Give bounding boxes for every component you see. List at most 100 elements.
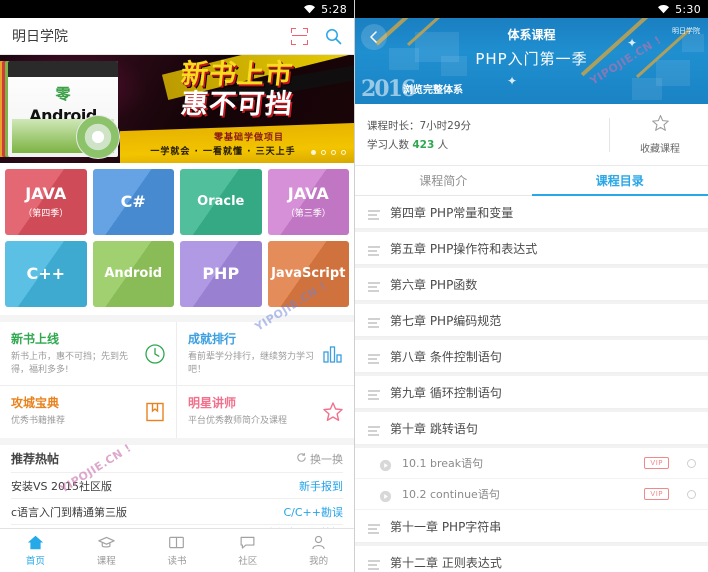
chapter-row[interactable]: 第四章 PHP常量和变量 — [355, 196, 708, 229]
vip-badge: VIP — [644, 457, 669, 469]
hot-posts-section: 推荐热帖 换一换 安装VS 2015社区版 新手报到 c语言入门到精通第三版 C/C+… — [0, 445, 354, 541]
category-tile-c-[interactable]: C# — [92, 169, 174, 235]
lesson-row[interactable]: 10.1 break语句 VIP — [355, 448, 708, 479]
post-row[interactable]: 安装VS 2015社区版 新手报到 — [11, 472, 343, 498]
category-tile-season: （第四季） — [23, 208, 69, 219]
category-tile-oracle[interactable]: Oracle — [180, 169, 262, 235]
nav-item-graduation-cap[interactable]: 课程 — [71, 529, 142, 572]
refresh-posts-button[interactable]: 换一换 — [296, 451, 343, 467]
search-icon[interactable] — [325, 28, 342, 45]
wifi-icon — [303, 4, 316, 14]
feature-card[interactable]: 明星讲师 平台优秀教师简介及课程 — [177, 386, 354, 438]
chapter-list: 第四章 PHP常量和变量第五章 PHP操作符和表达式 第六章 PHP函数 第七章 P… — [355, 196, 708, 572]
course-duration: 课程时长：7小时29分 — [367, 119, 472, 132]
students-count: 423 — [412, 138, 435, 151]
feature-title: 新书上线 — [11, 332, 60, 346]
left-status-bar: 5:28 — [0, 0, 354, 18]
category-tile-name: JAVA — [25, 184, 67, 204]
post-title: c语言入门到精通第三版 — [11, 505, 128, 519]
post-category[interactable]: 新手报到 — [299, 478, 343, 494]
nav-item-label: 我的 — [309, 556, 329, 567]
tab-intro[interactable]: 课程简介 — [355, 166, 532, 195]
course-tabs: 课程简介 课程目录 — [355, 166, 708, 196]
banner-pager-dots[interactable] — [311, 150, 346, 155]
star-outline-icon — [651, 114, 670, 137]
browse-full-series-label[interactable]: 浏览完整体系 — [403, 81, 463, 96]
lesson-select-radio[interactable] — [687, 458, 696, 468]
bottom-navigation: 首页 课程 读书 社区 我的 — [0, 528, 354, 572]
feature-grid: 新书上线 新书上市，惠不可挡；先到先得，福利多多! 成就排行 看前辈学分排行，继续努力… — [0, 322, 354, 439]
category-grid: JAVA （第四季） C# Oracle JAVA （第三季） C++ Android PHP J… — [5, 169, 349, 307]
nav-item-label: 社区 — [238, 556, 258, 567]
feature-card[interactable]: 成就排行 看前辈学分排行，继续努力学习吧！ — [177, 322, 354, 387]
banner-subline1: 零基础学做项目 — [213, 133, 284, 143]
banner-subline2: 一学就会 · 一看就懂 · 三天上手 — [150, 147, 296, 157]
category-tile-name: C# — [120, 192, 146, 212]
refresh-label: 换一换 — [310, 452, 343, 466]
chapter-row[interactable]: 第五章 PHP操作符和表达式 — [355, 232, 708, 265]
list-lines-icon — [367, 350, 381, 364]
feature-title: 明星讲师 — [188, 396, 237, 411]
favorite-course-label: 收藏课程 — [640, 144, 680, 155]
book-icon — [144, 401, 166, 423]
post-title: 安装VS 2015社区版 — [11, 479, 112, 493]
category-tile-java[interactable]: JAVA （第三季） — [267, 169, 349, 235]
right-status-bar: 5:30 — [355, 0, 708, 18]
category-tile-c-[interactable]: C++ — [5, 241, 87, 307]
play-circle-icon[interactable] — [379, 488, 392, 502]
lesson-select-radio[interactable] — [687, 489, 696, 499]
graduation-cap-icon — [97, 534, 115, 551]
post-category[interactable]: C/C++勘误 — [283, 504, 343, 520]
vip-badge: VIP — [644, 488, 669, 500]
feature-desc: 看前辈学分排行，继续努力学习吧！ — [188, 352, 315, 376]
chapter-row[interactable]: 第十一章 PHP字符串 — [355, 510, 708, 543]
post-row[interactable]: c语言入门到精通第三版 C/C++勘误 — [11, 498, 343, 524]
chapter-row[interactable]: 第六章 PHP函数 — [355, 268, 708, 301]
feature-desc: 新书上市，惠不可挡；先到先得，福利多多! — [11, 352, 129, 376]
feature-title: 攻城宝典 — [11, 396, 60, 411]
category-tile-name: JAVA — [287, 184, 329, 204]
nav-item-book-open[interactable]: 读书 — [142, 529, 213, 572]
list-lines-icon — [367, 556, 381, 570]
category-tile-name: JavaScript — [271, 265, 346, 281]
chapter-row[interactable]: 第八章 条件控制语句 — [355, 340, 708, 373]
play-circle-icon[interactable] — [379, 457, 392, 471]
chapter-row[interactable]: 第七章 PHP编码规范 — [355, 304, 708, 337]
banner-cd-image — [76, 115, 120, 159]
dual-screenshot-container: 5:28 明日学院 零 Android 基础学 — [0, 0, 708, 572]
promo-banner[interactable]: 零 Android 基础学 新书上市 惠不可挡 零基础学做项目 一学就会 · 一… — [0, 55, 354, 163]
app-bar: 明日学院 — [0, 18, 354, 55]
banner-headline: 新书上市 惠不可挡 — [126, 59, 348, 120]
category-tile-php[interactable]: PHP — [180, 241, 262, 307]
category-tile-javascript[interactable]: JavaScript — [267, 241, 349, 307]
star-icon — [322, 401, 344, 423]
lesson-row[interactable]: 10.2 continue语句 VIP — [355, 479, 708, 510]
favorite-course-button[interactable]: 收藏课程 — [624, 114, 696, 155]
nav-item-home[interactable]: 首页 — [0, 529, 71, 572]
chapter-label: 第十章 跳转语句 — [390, 421, 478, 436]
chapter-label: 第十一章 PHP字符串 — [390, 519, 502, 534]
banner-headline-line2: 惠不可挡 — [179, 89, 295, 120]
feature-card[interactable]: 新书上线新书上市，惠不可挡；先到先得，福利多多! — [0, 322, 177, 387]
brand-watermark: 明日学院 — [672, 27, 700, 35]
clock-icon — [144, 343, 166, 365]
chapter-label: 第四章 PHP常量和变量 — [390, 205, 514, 220]
chapter-row[interactable]: 第九章 循环控制语句 — [355, 376, 708, 409]
chapter-row[interactable]: 第十章 跳转语句 — [355, 412, 708, 445]
category-tile-android[interactable]: Android — [92, 241, 174, 307]
feature-card[interactable]: 攻城宝典 优秀书籍推荐 — [0, 386, 177, 439]
category-tile-name: C++ — [26, 264, 66, 284]
user-icon — [310, 534, 327, 551]
tab-catalog[interactable]: 课程目录 — [531, 166, 708, 196]
students-prefix: 学习人数 — [367, 138, 409, 151]
scan-icon[interactable] — [291, 27, 308, 45]
list-lines-icon — [367, 242, 381, 256]
left-phone-screen: 5:28 明日学院 零 Android 基础学 — [0, 0, 354, 572]
chapter-row[interactable]: 第十二章 正则表达式 — [355, 546, 708, 572]
category-tile-java[interactable]: JAVA （第四季） — [5, 169, 87, 235]
book-open-icon — [168, 534, 185, 551]
nav-item-label: 课程 — [96, 556, 116, 567]
nav-item-chat-bubble[interactable]: 社区 — [212, 529, 283, 572]
nav-item-user[interactable]: 我的 — [283, 529, 354, 572]
bar-chart-icon — [322, 343, 344, 365]
